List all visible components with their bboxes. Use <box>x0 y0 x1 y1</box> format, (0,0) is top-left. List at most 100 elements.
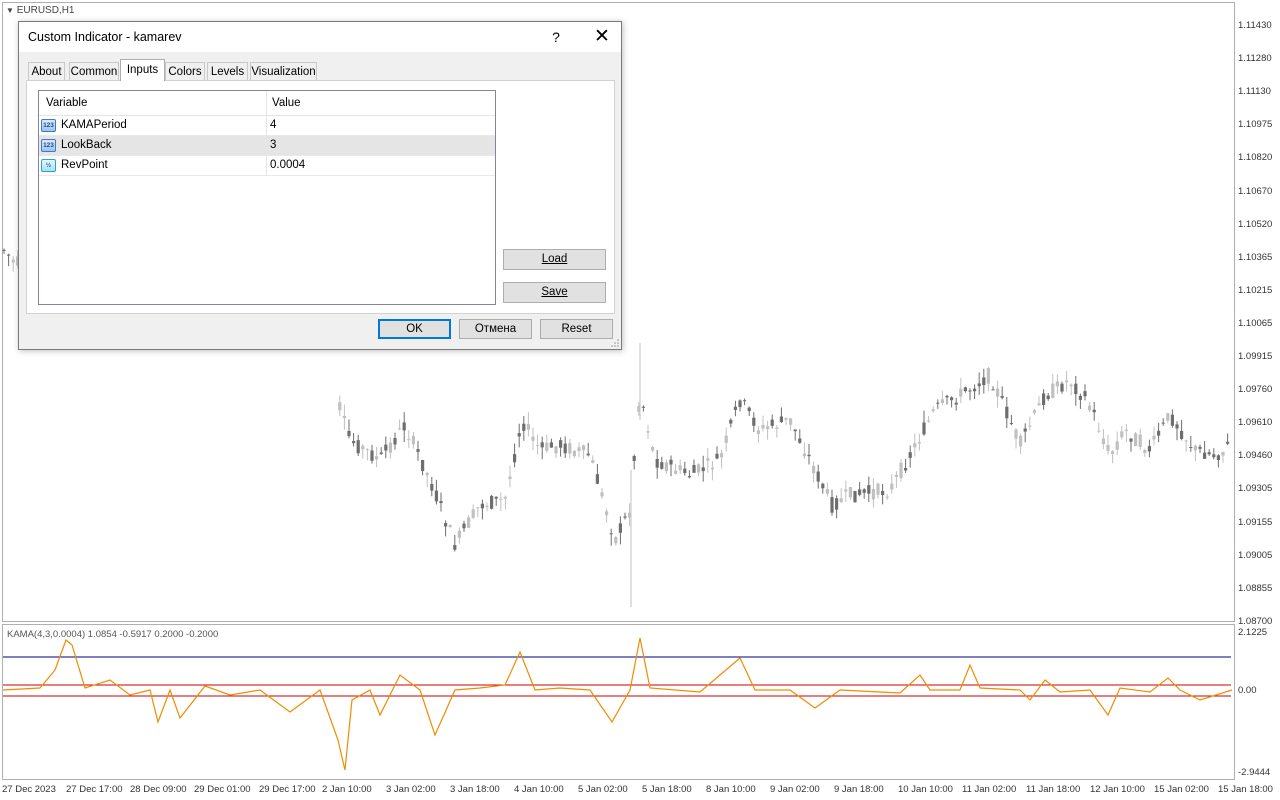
candle-body <box>11 259 15 263</box>
candle-body <box>651 446 655 451</box>
input-row-revpoint[interactable]: ½ RevPoint 0.0004 <box>39 156 495 176</box>
reset-button[interactable]: Reset <box>540 319 613 339</box>
candle-body <box>954 402 958 405</box>
inputs-panel: Variable Value 123 KAMAPeriod 4 123 Look… <box>26 80 615 314</box>
candle-body <box>807 454 811 457</box>
candle-body <box>388 442 392 453</box>
tab-common[interactable]: Common <box>69 62 119 80</box>
indicator-scale-bottom: -2.9444 <box>1238 767 1271 778</box>
candle-body <box>499 498 503 500</box>
candle-body <box>1134 433 1138 447</box>
candle-body <box>766 426 770 430</box>
candle-body <box>678 465 682 471</box>
input-row-lookback[interactable]: 123 LookBack 3 <box>39 136 495 156</box>
time-axis-label: 3 Jan 02:00 <box>386 784 436 795</box>
integer-icon: 123 <box>41 139 56 152</box>
time-axis-label: 29 Dec 17:00 <box>259 784 316 795</box>
candle-body <box>430 483 434 491</box>
load-button[interactable]: Load <box>503 249 606 270</box>
tab-colors[interactable]: Colors <box>165 62 205 80</box>
resize-grip-icon[interactable] <box>611 339 619 347</box>
candle-body <box>982 377 986 386</box>
candle-body <box>421 459 425 472</box>
help-button[interactable]: ? <box>543 22 569 52</box>
input-value[interactable]: 3 <box>270 139 276 151</box>
candle-body <box>1055 381 1059 387</box>
time-axis-label: 5 Jan 18:00 <box>642 784 692 795</box>
candle-body <box>683 468 687 474</box>
candle-body <box>1120 431 1124 438</box>
tab-visualization[interactable]: Visualization <box>250 62 317 80</box>
candle-body <box>1152 435 1156 440</box>
candle-body <box>1184 440 1188 442</box>
candle-body <box>582 445 586 451</box>
price-axis-label: 1.09915 <box>1238 351 1273 362</box>
candle-body <box>973 388 977 392</box>
candle-body <box>779 416 783 423</box>
candle-body <box>1212 454 1216 458</box>
candle-body <box>503 496 507 499</box>
candle-body <box>490 495 494 509</box>
candle-body <box>858 489 862 495</box>
close-icon[interactable]: ✕ <box>585 22 619 52</box>
candle-body <box>1138 434 1142 447</box>
candle-body <box>660 462 664 469</box>
price-axis-label: 1.11280 <box>1238 53 1272 65</box>
candle-body <box>881 491 885 496</box>
candle-body <box>1083 391 1087 397</box>
candle-body <box>618 523 622 533</box>
save-button[interactable]: Save <box>503 282 606 303</box>
candle-body <box>1175 424 1179 429</box>
candle-body <box>816 471 820 482</box>
time-axis-label: 2 Jan 10:00 <box>322 784 372 795</box>
candle-body <box>508 476 512 480</box>
input-name: KAMAPeriod <box>61 119 127 131</box>
candle-body <box>1180 430 1184 439</box>
candle-body <box>609 533 613 535</box>
column-header-variable[interactable]: Variable <box>46 97 87 109</box>
candle-body <box>7 254 11 256</box>
candle-body <box>885 496 889 498</box>
price-axis-label: 1.11130 <box>1238 86 1271 98</box>
candle-body <box>1078 395 1082 400</box>
candle-body <box>1032 410 1036 413</box>
candle-body <box>1216 455 1220 461</box>
column-header-value[interactable]: Value <box>272 97 301 109</box>
tab-inputs[interactable]: Inputs <box>120 59 165 81</box>
tab-levels[interactable]: Levels <box>207 62 248 80</box>
candle-body <box>462 523 466 529</box>
candle-body <box>1106 444 1110 452</box>
time-axis-label: 3 Jan 18:00 <box>450 784 500 795</box>
candle-body <box>365 449 369 451</box>
candle-body <box>738 400 742 408</box>
candle-body <box>600 492 604 497</box>
dialog-titlebar[interactable]: Custom Indicator - kamarev ? ✕ <box>19 22 621 52</box>
time-axis-label: 10 Jan 10:00 <box>898 784 953 795</box>
tab-about[interactable]: About <box>28 62 65 80</box>
candle-body <box>531 436 535 441</box>
candle-body <box>384 444 388 451</box>
candle-body <box>1161 422 1165 424</box>
time-axis-label: 5 Jan 02:00 <box>578 784 628 795</box>
candle-body <box>591 460 595 463</box>
price-axis-label: 1.09610 <box>1238 417 1273 429</box>
input-value[interactable]: 4 <box>270 119 276 131</box>
candle-body <box>375 456 379 460</box>
ok-button[interactable]: OK <box>378 319 451 339</box>
candle-body <box>407 439 411 441</box>
candle-body <box>733 406 737 410</box>
time-axis-label: 28 Dec 09:00 <box>130 784 187 795</box>
price-axis-label: 1.09155 <box>1238 516 1273 528</box>
kama-oscillator-line <box>2 637 1233 771</box>
candle-body <box>812 465 816 474</box>
candle-body <box>853 491 857 503</box>
time-axis-label: 9 Jan 02:00 <box>770 784 820 795</box>
input-row-kamaperiod[interactable]: 123 KAMAPeriod 4 <box>39 116 495 136</box>
price-axis-label: 1.10520 <box>1238 218 1273 230</box>
candle-body <box>646 431 650 433</box>
candle-body <box>1129 438 1133 442</box>
input-value[interactable]: 0.0004 <box>270 159 305 171</box>
cancel-button[interactable]: Отмена <box>459 319 532 339</box>
candle-body <box>687 476 691 478</box>
symbol-dropdown-icon[interactable]: ▼ <box>6 6 14 15</box>
